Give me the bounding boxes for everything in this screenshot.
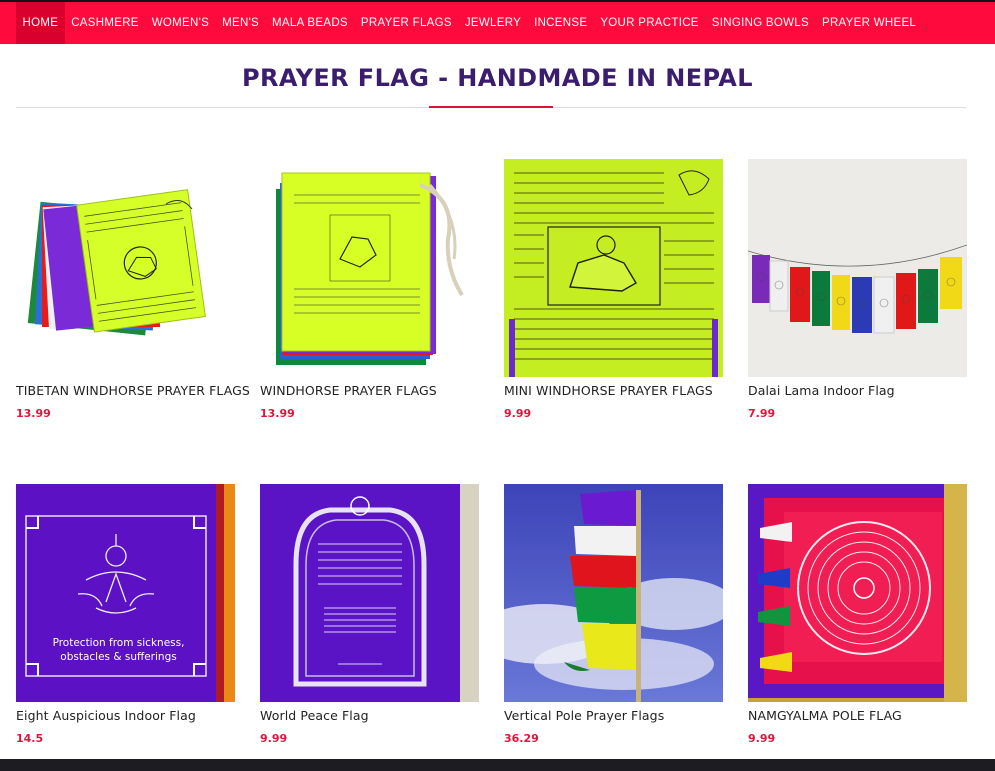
product-name[interactable]: Eight Auspicious Indoor Flag — [16, 708, 235, 723]
product-image-purple-auspicious-flag[interactable]: Protection from sickness, obstacles & su… — [16, 484, 235, 702]
product-image-namgyalma-mandala-flag[interactable] — [748, 484, 967, 702]
product-card[interactable]: NAMGYALMA POLE FLAG 9.99 — [748, 484, 967, 771]
nav-item-mala-beads[interactable]: MALA BEADS — [266, 2, 355, 44]
product-name[interactable]: WINDHORSE PRAYER FLAGS — [260, 383, 479, 398]
product-price: 9.99 — [748, 732, 776, 745]
nav-item-home[interactable]: HOME — [16, 2, 65, 44]
product-name[interactable]: Vertical Pole Prayer Flags — [504, 708, 723, 723]
product-image-windhorse-flag-bundle[interactable] — [260, 159, 479, 377]
nav-item-jewlery[interactable]: JEWLERY — [458, 2, 527, 44]
flag-inscription-line: Protection from sickness, — [52, 637, 185, 649]
product-name[interactable]: Dalai Lama Indoor Flag — [748, 383, 967, 398]
product-name[interactable]: World Peace Flag — [260, 708, 479, 723]
product-card[interactable]: TIBETAN WINDHORSE PRAYER FLAGS 13.99 — [16, 159, 250, 484]
product-price: 13.99 — [16, 407, 51, 420]
footer-bar — [0, 759, 995, 771]
product-name[interactable]: NAMGYALMA POLE FLAG — [748, 708, 967, 723]
nav-item-singing-bowls[interactable]: SINGING BOWLS — [705, 2, 815, 44]
page-title: PRAYER FLAG - HANDMADE IN NEPAL — [242, 64, 753, 92]
main-nav: HOME CASHMERE WOMEN'S MEN'S MALA BEADS P… — [0, 2, 995, 44]
nav-item-incense[interactable]: INCENSE — [528, 2, 594, 44]
product-price: 9.99 — [504, 407, 532, 420]
product-card[interactable]: World Peace Flag 9.99 — [260, 484, 479, 771]
nav-item-prayer-flags[interactable]: PRAYER FLAGS — [354, 2, 458, 44]
product-image-mini-windhorse-flag-closeup[interactable] — [504, 159, 723, 377]
product-image-purple-world-peace-flag[interactable] — [260, 484, 479, 702]
product-name[interactable]: MINI WINDHORSE PRAYER FLAGS — [504, 383, 723, 398]
nav-item-cashmere[interactable]: CASHMERE — [65, 2, 146, 44]
nav-item-prayer-wheel[interactable]: PRAYER WHEEL — [815, 2, 922, 44]
product-name[interactable]: TIBETAN WINDHORSE PRAYER FLAGS — [16, 383, 250, 398]
product-price: 14.5 — [16, 732, 44, 745]
nav-item-womens[interactable]: WOMEN'S — [145, 2, 215, 44]
product-card[interactable]: WINDHORSE PRAYER FLAGS 13.99 — [260, 159, 479, 484]
product-card[interactable]: MINI WINDHORSE PRAYER FLAGS 9.99 — [504, 159, 723, 484]
product-image-hanging-flag-string[interactable] — [748, 159, 967, 377]
product-card[interactable]: Protection from sickness, obstacles & su… — [16, 484, 235, 771]
product-image-stacked-windhorse-flags[interactable] — [16, 159, 235, 377]
flag-inscription-line: obstacles & sufferings — [60, 651, 177, 663]
product-card[interactable]: Vertical Pole Prayer Flags 36.29 — [504, 484, 723, 771]
product-price: 7.99 — [748, 407, 776, 420]
title-accent-underline — [429, 106, 553, 108]
product-grid: TIBETAN WINDHORSE PRAYER FLAGS 13.99 WIN… — [16, 159, 967, 771]
flag-inscription: Protection from sickness, obstacles & su… — [36, 636, 201, 664]
product-card[interactable]: Dalai Lama Indoor Flag 7.99 — [748, 159, 967, 484]
nav-item-mens[interactable]: MEN'S — [216, 2, 266, 44]
nav-item-your-practice[interactable]: YOUR PRACTICE — [594, 2, 705, 44]
product-price: 13.99 — [260, 407, 295, 420]
product-image-vertical-pole-flags[interactable] — [504, 484, 723, 702]
product-price: 9.99 — [260, 732, 288, 745]
product-price: 36.29 — [504, 732, 539, 745]
